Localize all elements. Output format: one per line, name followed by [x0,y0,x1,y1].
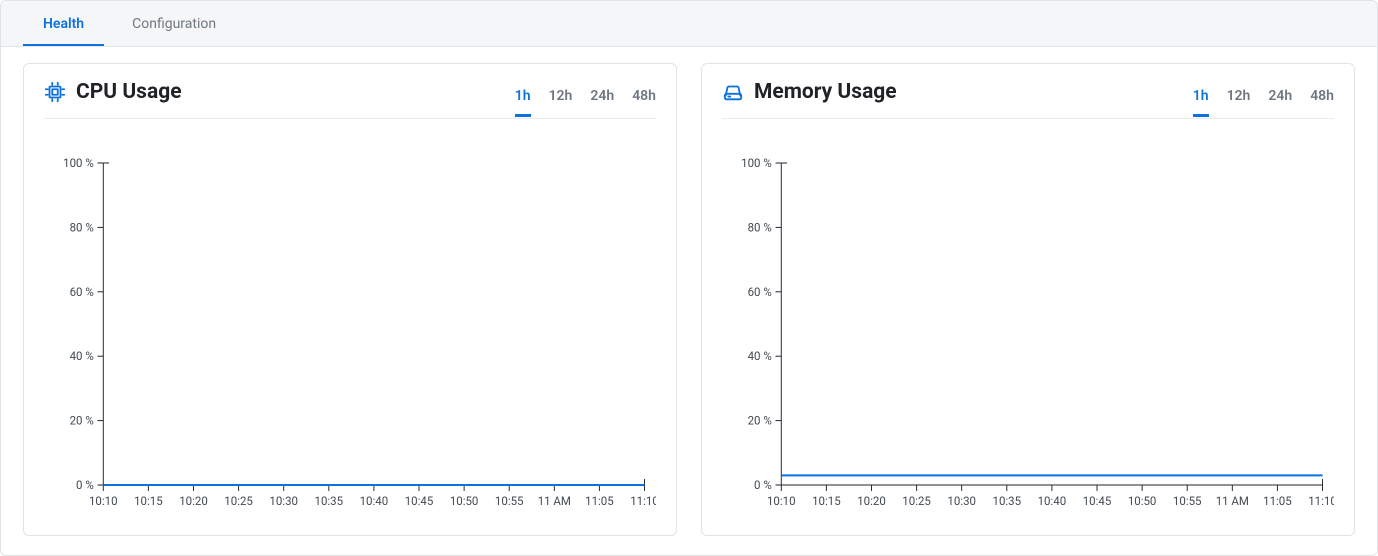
svg-text:10:55: 10:55 [1173,494,1202,508]
cpu-chart: 0 % 20 % 40 % 60 % 80 % 100 % 10:10 10:15 10:20 1… [44,155,656,515]
svg-text:10:40: 10:40 [360,494,389,508]
memory-range-1h[interactable]: 1h [1193,82,1209,117]
cpu-card-header: CPU Usage 1h 12h 24h 48h [44,80,656,119]
drive-icon [722,81,744,103]
memory-chart: 0 % 20 % 40 % 60 % 80 % 100 % 10:10 10:15 10:20 1… [722,155,1334,515]
svg-text:10:25: 10:25 [902,494,931,508]
cpu-time-ranges: 1h 12h 24h 48h [515,82,656,103]
cpu-range-24h[interactable]: 24h [590,82,614,117]
memory-card-header: Memory Usage 1h 12h 24h 48h [722,80,1334,119]
cpu-range-12h[interactable]: 12h [549,82,573,117]
svg-text:11 AM: 11 AM [1216,494,1249,508]
svg-text:60 %: 60 % [70,285,95,299]
svg-text:10:15: 10:15 [134,494,163,508]
svg-text:11:05: 11:05 [585,494,614,508]
panels-row: CPU Usage 1h 12h 24h 48h 0 % 20 % 40 % 60 %… [1,47,1377,552]
svg-text:10:30: 10:30 [269,494,298,508]
svg-text:10:10: 10:10 [89,494,118,508]
svg-text:0 %: 0 % [76,478,94,492]
svg-text:10:50: 10:50 [1128,494,1157,508]
svg-text:40 %: 40 % [70,349,95,363]
svg-text:20 %: 20 % [70,413,95,427]
svg-text:10:20: 10:20 [857,494,886,508]
svg-text:10:35: 10:35 [993,494,1022,508]
svg-text:60 %: 60 % [748,285,773,299]
svg-text:10:55: 10:55 [495,494,524,508]
svg-text:10:45: 10:45 [405,494,434,508]
svg-text:40 %: 40 % [748,349,773,363]
monitoring-panel: Health Configuration CPU Usage 1h 12h 24… [0,0,1378,556]
svg-text:100 %: 100 % [63,156,94,170]
cpu-range-48h[interactable]: 48h [632,82,656,117]
memory-card-title: Memory Usage [754,80,897,104]
cpu-icon [44,81,66,103]
svg-text:80 %: 80 % [70,220,95,234]
svg-text:10:50: 10:50 [450,494,479,508]
tab-bar: Health Configuration [1,1,1377,47]
svg-text:10:10: 10:10 [767,494,796,508]
memory-range-48h[interactable]: 48h [1310,82,1334,117]
svg-text:10:15: 10:15 [812,494,841,508]
svg-text:10:40: 10:40 [1038,494,1067,508]
memory-usage-card: Memory Usage 1h 12h 24h 48h 0 % 20 % 40 % 6… [701,63,1355,536]
svg-text:11:10: 11:10 [1308,494,1334,508]
tab-configuration[interactable]: Configuration [112,2,236,46]
svg-text:11:05: 11:05 [1263,494,1292,508]
svg-text:100 %: 100 % [741,156,772,170]
svg-text:0 %: 0 % [754,478,772,492]
cpu-usage-card: CPU Usage 1h 12h 24h 48h 0 % 20 % 40 % 60 %… [23,63,677,536]
svg-text:10:35: 10:35 [315,494,344,508]
svg-text:20 %: 20 % [748,413,773,427]
svg-text:10:25: 10:25 [224,494,253,508]
svg-text:80 %: 80 % [748,220,773,234]
memory-range-12h[interactable]: 12h [1227,82,1251,117]
tab-health[interactable]: Health [23,2,104,46]
svg-text:11:10: 11:10 [630,494,656,508]
svg-text:10:20: 10:20 [179,494,208,508]
svg-text:10:30: 10:30 [947,494,976,508]
cpu-card-title: CPU Usage [76,80,182,104]
svg-text:10:45: 10:45 [1083,494,1112,508]
svg-text:11 AM: 11 AM [538,494,571,508]
cpu-range-1h[interactable]: 1h [515,82,531,117]
memory-time-ranges: 1h 12h 24h 48h [1193,82,1334,103]
memory-range-24h[interactable]: 24h [1268,82,1292,117]
